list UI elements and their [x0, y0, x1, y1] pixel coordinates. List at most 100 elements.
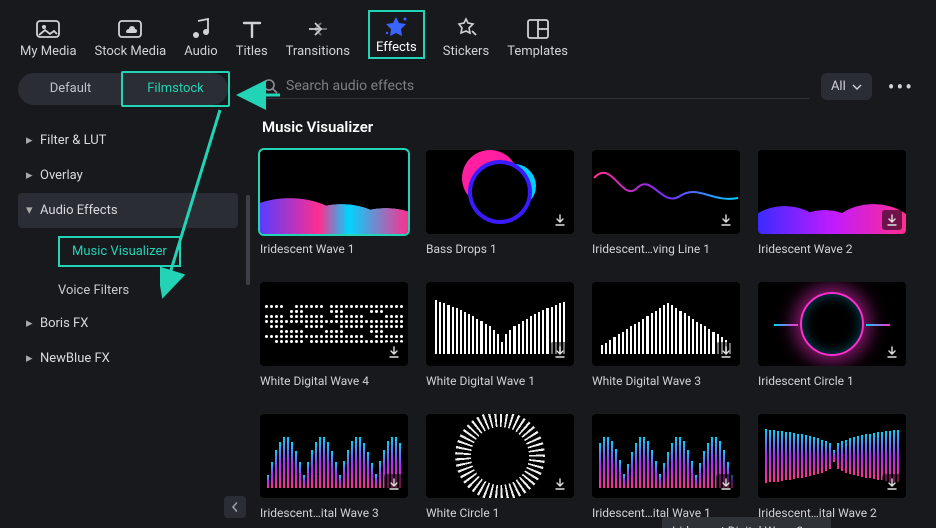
- effect-label: Iridescent…ital Wave 2: [758, 506, 906, 520]
- category-newblue-fx[interactable]: ▸NewBlue FX: [18, 341, 238, 376]
- effect-card[interactable]: Iridescent…ital Wave 2: [758, 414, 906, 520]
- effect-thumbnail[interactable]: [592, 282, 740, 366]
- category-label: Overlay: [40, 168, 83, 183]
- cloud-icon: [117, 16, 143, 42]
- effect-thumbnail[interactable]: [758, 150, 906, 234]
- effect-label: Iridescent Wave 2: [758, 242, 906, 256]
- effect-label: Iridescent Wave 1: [260, 242, 408, 256]
- tab-filmstock[interactable]: Filmstock: [123, 73, 228, 105]
- effect-label: Iridescent…ving Line 1: [592, 242, 740, 256]
- topnav-templates[interactable]: Templates: [507, 16, 568, 59]
- tab-default[interactable]: Default: [18, 73, 123, 105]
- effects-grid: Iridescent Wave 1 Bass Drops 1 Iridescent……: [260, 150, 918, 520]
- effect-thumbnail[interactable]: [592, 150, 740, 234]
- download-icon[interactable]: [882, 210, 902, 230]
- search-icon: [262, 78, 278, 94]
- effect-thumbnail[interactable]: [426, 282, 574, 366]
- topnav-my-media[interactable]: My Media: [20, 16, 77, 59]
- effect-card[interactable]: Iridescent…ital Wave 1: [592, 414, 740, 520]
- topnav-transitions[interactable]: Transitions: [286, 16, 350, 59]
- more-button[interactable]: •••: [884, 75, 918, 99]
- section-title: Music Visualizer: [262, 118, 918, 136]
- caret-right-icon: ▸: [26, 316, 40, 331]
- note-icon: [190, 16, 212, 42]
- chevron-down-icon: [852, 82, 862, 92]
- topnav-label: Effects: [376, 40, 417, 55]
- subcategory-voice-filters[interactable]: Voice Filters: [18, 275, 238, 306]
- media-icon: [35, 16, 61, 42]
- effect-label: White Digital Wave 4: [260, 374, 408, 388]
- effect-label: Iridescent…ital Wave 1: [592, 506, 740, 520]
- effect-thumbnail[interactable]: [260, 414, 408, 498]
- topnav-stock-media[interactable]: Stock Media: [95, 16, 167, 59]
- subcategory-label: Voice Filters: [58, 283, 129, 298]
- topnav-label: My Media: [20, 44, 77, 59]
- category-audio-effects[interactable]: ▾Audio Effects: [18, 193, 238, 228]
- topnav-audio[interactable]: Audio: [184, 16, 217, 59]
- download-icon[interactable]: [550, 474, 570, 494]
- topnav-label: Stock Media: [95, 44, 167, 59]
- subcategory-music-visualizer[interactable]: Music Visualizer: [18, 228, 238, 275]
- template-icon: [526, 16, 550, 42]
- topnav-effects[interactable]: Effects: [368, 10, 425, 59]
- category-label: Filter & LUT: [40, 133, 106, 148]
- T-icon: [241, 16, 263, 42]
- effect-card[interactable]: White Digital Wave 3: [592, 282, 740, 388]
- star-icon: [383, 14, 409, 40]
- download-icon[interactable]: [882, 342, 902, 362]
- collapse-sidebar-button[interactable]: [224, 496, 246, 518]
- topnav-label: Transitions: [286, 44, 350, 59]
- filter-dropdown[interactable]: All: [821, 73, 872, 100]
- download-icon[interactable]: [550, 210, 570, 230]
- effect-label: White Digital Wave 1: [426, 374, 574, 388]
- caret-right-icon: ▸: [26, 133, 40, 148]
- caret-down-icon: ▾: [26, 203, 40, 218]
- effect-thumbnail[interactable]: [758, 282, 906, 366]
- effect-card[interactable]: Iridescent…ital Wave 3: [260, 414, 408, 520]
- effect-card[interactable]: White Digital Wave 1: [426, 282, 574, 388]
- download-icon[interactable]: [716, 342, 736, 362]
- download-icon[interactable]: [550, 342, 570, 362]
- sidebar: Default Filmstock ▸Filter & LUT▸Overlay▾…: [0, 65, 250, 528]
- effect-card[interactable]: White Digital Wave 4: [260, 282, 408, 388]
- effect-card[interactable]: Bass Drops 1: [426, 150, 574, 256]
- effect-thumbnail[interactable]: [260, 150, 408, 234]
- download-icon[interactable]: [882, 474, 902, 494]
- subcategory-label: Music Visualizer: [58, 236, 181, 267]
- effect-thumbnail[interactable]: [426, 414, 574, 498]
- effect-card[interactable]: Iridescent…ving Line 1: [592, 150, 740, 256]
- source-tabs: Default Filmstock: [18, 73, 228, 105]
- effect-card[interactable]: Iridescent Wave 1: [260, 150, 408, 256]
- download-icon[interactable]: [716, 210, 736, 230]
- category-filter-lut[interactable]: ▸Filter & LUT: [18, 123, 238, 158]
- category-overlay[interactable]: ▸Overlay: [18, 158, 238, 193]
- effect-thumbnail[interactable]: [758, 414, 906, 498]
- filter-label: All: [831, 79, 846, 94]
- trans-icon: [305, 16, 331, 42]
- caret-right-icon: ▸: [26, 168, 40, 183]
- topnav-titles[interactable]: Titles: [236, 16, 268, 59]
- download-icon[interactable]: [384, 342, 404, 362]
- topnav-label: Titles: [236, 44, 268, 59]
- topnav-label: Audio: [184, 44, 217, 59]
- category-label: NewBlue FX: [40, 351, 110, 366]
- effect-label: Bass Drops 1: [426, 242, 574, 256]
- top-nav: My Media Stock Media Audio Titles Transition…: [0, 0, 936, 65]
- effect-thumbnail[interactable]: [426, 150, 574, 234]
- download-icon[interactable]: [716, 474, 736, 494]
- topnav-label: Templates: [507, 44, 568, 59]
- effect-label: Iridescent Circle 1: [758, 374, 906, 388]
- category-label: Audio Effects: [40, 203, 118, 218]
- topnav-stickers[interactable]: Stickers: [443, 16, 489, 59]
- effect-card[interactable]: Iridescent Circle 1: [758, 282, 906, 388]
- effect-card[interactable]: White Circle 1: [426, 414, 574, 520]
- search-input[interactable]: Search audio effects: [260, 74, 809, 99]
- category-label: Boris FX: [40, 316, 88, 331]
- effect-thumbnail[interactable]: [592, 414, 740, 498]
- effect-card[interactable]: Iridescent Wave 2: [758, 150, 906, 256]
- effect-label: Iridescent…ital Wave 3: [260, 506, 408, 520]
- category-boris-fx[interactable]: ▸Boris FX: [18, 306, 238, 341]
- search-placeholder: Search audio effects: [286, 78, 414, 94]
- download-icon[interactable]: [384, 474, 404, 494]
- effect-thumbnail[interactable]: [260, 282, 408, 366]
